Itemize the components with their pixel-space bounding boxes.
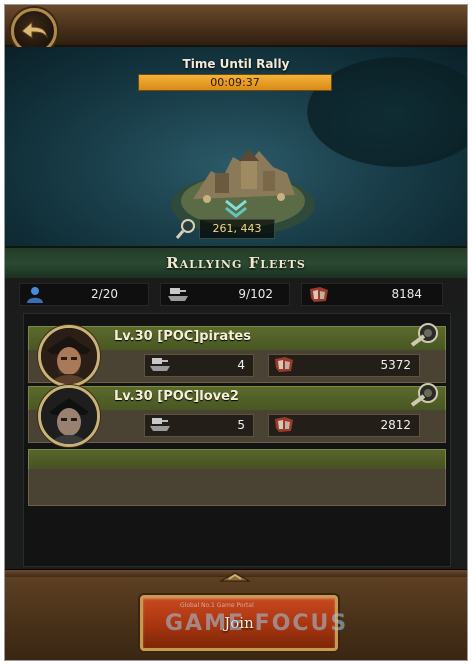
ship-icon — [150, 358, 170, 371]
timer-value: 00:09:37 — [210, 76, 260, 89]
join-button[interactable]: Join — [140, 595, 338, 651]
stats-row: 2/20 9/102 8184 — [5, 278, 467, 310]
page-title: Rallying Fleets — [166, 254, 306, 272]
fleet-ships-value: 5 — [237, 418, 245, 432]
rally-map[interactable]: Time Until Rally 00:09:37 261, 443 — [5, 47, 467, 246]
ship-icon — [150, 418, 170, 431]
fleet-power-value: 2812 — [380, 418, 411, 432]
fleet-name: Lv.30 [POC]pirates — [114, 329, 251, 344]
ships-stat: 9/102 — [160, 283, 290, 306]
member-icon — [27, 287, 43, 303]
avatar — [38, 325, 100, 387]
power-icon — [310, 287, 328, 302]
fleet-power: 5372 — [268, 354, 420, 377]
ships-value: 9/102 — [238, 287, 273, 301]
timer-bar: 00:09:37 — [138, 74, 332, 91]
list-item[interactable]: Lv.30 [POC]pirates 4 5372 — [28, 323, 446, 387]
fleet-power-value: 5372 — [380, 358, 411, 372]
fleet-name: Lv.30 [POC]love2 — [114, 389, 239, 404]
back-arrow-icon — [21, 20, 48, 39]
coordinates-readout: 261, 443 — [199, 219, 275, 239]
power-value: 8184 — [391, 287, 422, 301]
empty-slot-body — [28, 469, 446, 506]
power-stat: 8184 — [301, 283, 443, 306]
avatar — [38, 385, 100, 447]
members-stat: 2/20 — [19, 283, 149, 306]
fleet-power: 2812 — [268, 414, 420, 437]
fleet-ships: 5 — [144, 414, 254, 437]
top-bar — [5, 5, 467, 54]
empty-slot-bar — [28, 449, 446, 471]
chevron-down-icon — [225, 199, 247, 218]
spyglass-icon[interactable] — [408, 383, 438, 409]
fleet-list[interactable]: Lv.30 [POC]pirates 4 5372 Lv.30 [POC]lov… — [23, 313, 451, 567]
spyglass-icon[interactable] — [408, 323, 438, 349]
list-item[interactable]: Lv.30 [POC]love2 5 2812 — [28, 383, 446, 447]
drag-handle-icon[interactable] — [217, 571, 253, 583]
ship-icon — [168, 288, 188, 301]
empty-slot[interactable] — [28, 449, 446, 506]
game-screen: Time Until Rally 00:09:37 261, 443 Rally… — [4, 4, 468, 661]
power-icon — [275, 417, 293, 432]
bottom-bar: Join Global No.1 Game Portal GAME FOCUS — [5, 572, 467, 660]
members-value: 2/20 — [91, 287, 118, 301]
timer-title: Time Until Rally — [182, 57, 290, 71]
fleet-ships: 4 — [144, 354, 254, 377]
power-icon — [275, 357, 293, 372]
section-header: Rallying Fleets — [5, 246, 467, 280]
fleet-ships-value: 4 — [237, 358, 245, 372]
join-label: Join — [224, 614, 254, 632]
magnifier-icon[interactable] — [174, 217, 198, 241]
